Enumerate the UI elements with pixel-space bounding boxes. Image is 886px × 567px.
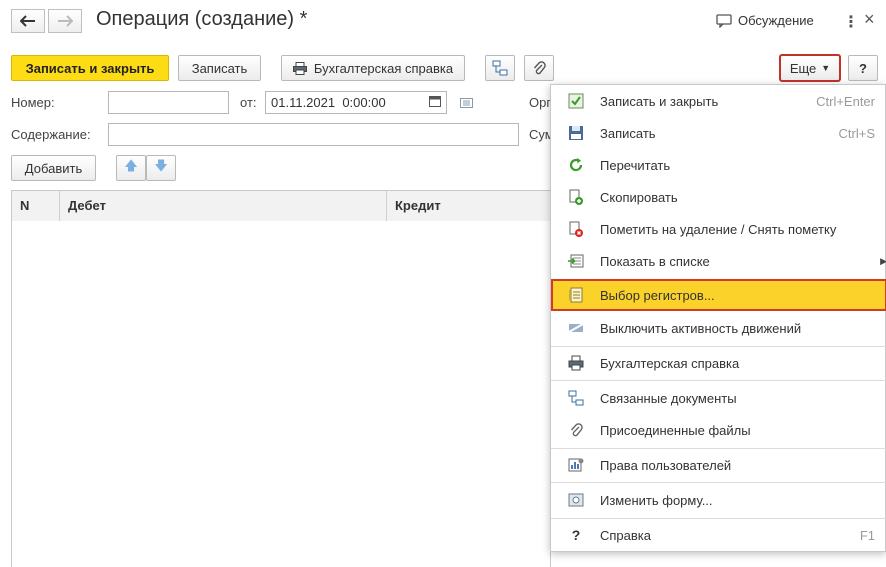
- menu-separator: [551, 346, 886, 347]
- table-body[interactable]: [11, 221, 551, 567]
- menu-separator: [551, 380, 886, 381]
- menu-label: Присоединенные файлы: [600, 422, 751, 438]
- save-close-button[interactable]: Записать и закрыть: [11, 55, 169, 81]
- refresh-icon: [569, 158, 583, 172]
- show-in-list-icon: [568, 254, 584, 268]
- chat-icon: [716, 13, 732, 28]
- menu-label: Скопировать: [600, 189, 678, 205]
- save-close-icon: [568, 93, 584, 109]
- menu-item-select-registers[interactable]: Выбор регистров...: [551, 279, 886, 311]
- menu-item-reread[interactable]: Перечитать: [551, 150, 886, 180]
- deactivate-icon: [568, 323, 584, 333]
- move-up-button[interactable]: 🡅: [116, 155, 146, 181]
- menu-item-linked-docs[interactable]: Связанные документы: [551, 383, 886, 413]
- menu-item-user-rights[interactable]: Права пользователей: [551, 450, 886, 480]
- linked-docs-icon: [568, 390, 584, 406]
- back-button[interactable]: [11, 9, 45, 33]
- paperclip-icon: [570, 423, 583, 437]
- menu-label: Справка: [600, 527, 651, 543]
- arrow-right-icon: [58, 15, 73, 27]
- menu-item-deactivate-movements[interactable]: Выключить активность движений: [551, 313, 886, 343]
- report-button-label: Бухгалтерская справка: [313, 60, 454, 76]
- menu-label: Права пользователей: [600, 457, 732, 473]
- menu-label: Выключить активность движений: [600, 320, 802, 336]
- table-header: N Дебет Кредит: [11, 190, 551, 222]
- more-menu: Записать и закрыть Ctrl+Enter Записать C…: [550, 84, 886, 552]
- delete-mark-icon: [569, 221, 583, 237]
- menu-item-copy[interactable]: Скопировать: [551, 182, 886, 212]
- number-field[interactable]: [108, 91, 229, 114]
- attachments-button[interactable]: [524, 55, 554, 81]
- date-value: 01.11.2021 0:00:00: [271, 95, 386, 110]
- menu-separator: [551, 482, 886, 483]
- structure-button[interactable]: [485, 55, 515, 81]
- menu-label: Выбор регистров...: [600, 287, 715, 303]
- menu-label: Записать и закрыть: [600, 93, 719, 109]
- submenu-arrow-icon: ▶: [880, 255, 886, 266]
- help-button[interactable]: ?: [848, 55, 878, 81]
- add-button[interactable]: Добавить: [11, 155, 96, 181]
- chevron-down-icon: ▼: [821, 63, 831, 73]
- column-n[interactable]: N: [12, 191, 60, 221]
- arrow-down-icon: 🡇: [154, 158, 168, 173]
- menu-item-accounting-report[interactable]: Бухгалтерская справка: [551, 348, 886, 378]
- menu-item-mark-delete[interactable]: Пометить на удаление / Снять пометку: [551, 214, 886, 244]
- number-label: Номер:: [11, 95, 55, 110]
- date-label: от:: [240, 95, 257, 110]
- content-field[interactable]: [108, 123, 519, 146]
- menu-shortcut: Ctrl+Enter: [816, 93, 875, 109]
- discussion-label: Обсуждение: [738, 13, 814, 28]
- floppy-icon: [569, 126, 583, 140]
- menu-item-attached-files[interactable]: Присоединенные файлы: [551, 415, 886, 445]
- form-settings-icon: [568, 493, 584, 507]
- linked-docs-icon: [492, 60, 508, 76]
- report-button[interactable]: Бухгалтерская справка: [281, 55, 465, 81]
- menu-item-show-in-list[interactable]: Показать в списке ▶: [551, 246, 886, 276]
- menu-separator: [551, 448, 886, 449]
- more-options-icon[interactable]: ⋮: [843, 12, 859, 32]
- arrow-up-icon: 🡅: [124, 158, 138, 173]
- menu-label: Показать в списке: [600, 253, 710, 269]
- registers-icon: [569, 287, 583, 303]
- menu-label: Записать: [600, 125, 656, 141]
- date-field[interactable]: 01.11.2021 0:00:00: [265, 91, 447, 114]
- printer-icon: [292, 61, 307, 75]
- calendar-icon[interactable]: [429, 95, 441, 110]
- menu-label: Изменить форму...: [600, 492, 713, 508]
- help-icon: ?: [571, 527, 581, 543]
- menu-label: Бухгалтерская справка: [600, 355, 740, 371]
- printer-icon: [568, 355, 584, 371]
- menu-item-save-close[interactable]: Записать и закрыть Ctrl+Enter: [551, 86, 886, 116]
- menu-item-help[interactable]: ? Справка F1: [551, 520, 886, 550]
- menu-shortcut: F1: [859, 527, 875, 543]
- paperclip-icon: [533, 61, 546, 75]
- more-button-label: Еще: [789, 60, 817, 76]
- comment-icon[interactable]: [460, 96, 473, 111]
- close-icon[interactable]: ×: [864, 9, 875, 30]
- menu-item-change-form[interactable]: Изменить форму...: [551, 485, 886, 515]
- save-button[interactable]: Записать: [178, 55, 261, 81]
- column-credit[interactable]: Кредит: [387, 191, 550, 221]
- menu-label: Связанные документы: [600, 390, 737, 406]
- page-title: Операция (создание) *: [96, 8, 308, 30]
- copy-icon: [569, 189, 583, 205]
- menu-shortcut: Ctrl+S: [838, 125, 875, 141]
- more-button[interactable]: Еще ▼: [779, 54, 841, 82]
- menu-label: Пометить на удаление / Снять пометку: [600, 221, 837, 237]
- menu-separator: [551, 518, 886, 519]
- organization-label: Орг: [529, 95, 552, 110]
- forward-button[interactable]: [48, 9, 82, 33]
- menu-label: Перечитать: [600, 157, 671, 173]
- user-rights-icon: [568, 458, 584, 472]
- column-debit[interactable]: Дебет: [60, 191, 387, 221]
- discussion-button[interactable]: Обсуждение: [716, 13, 814, 28]
- content-label: Содержание:: [11, 127, 91, 142]
- menu-item-save[interactable]: Записать Ctrl+S: [551, 118, 886, 148]
- arrow-left-icon: [20, 15, 35, 27]
- move-down-button[interactable]: 🡇: [146, 155, 176, 181]
